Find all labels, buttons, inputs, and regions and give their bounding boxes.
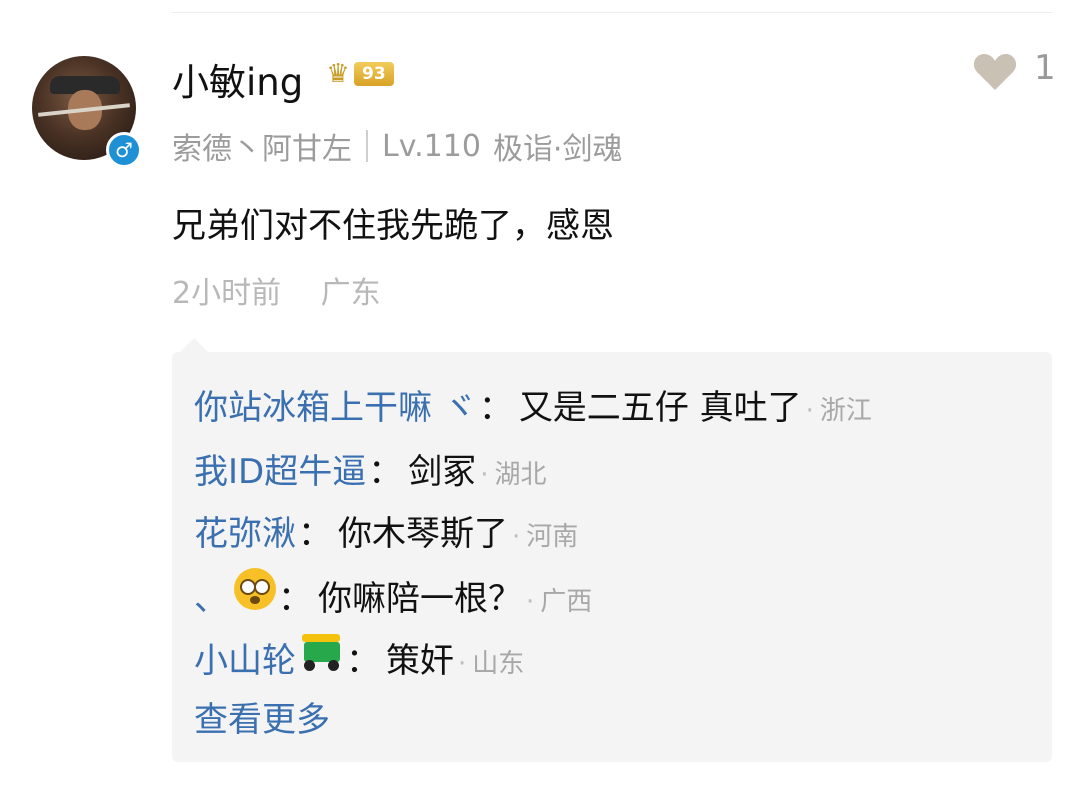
reply-region: 浙江 — [819, 396, 872, 426]
reply-text: 你木琴斯了 — [338, 514, 508, 554]
reply-text: 剑冢 — [408, 452, 477, 492]
reply-item[interactable]: 花弥湫 ： 你木琴斯了 · 河南 — [194, 506, 578, 555]
comment-time: 2小时前 — [172, 276, 282, 311]
level-badge: ♛ 93 — [318, 58, 406, 90]
male-gender-icon: ♂ — [106, 132, 142, 168]
region-dot: · — [512, 522, 521, 552]
region-dot: · — [458, 649, 467, 679]
player-title: 极诣·剑魂 — [492, 132, 623, 167]
region-dot: · — [526, 587, 535, 617]
comment-meta: 2小时前 广东 — [172, 268, 381, 312]
reply-item[interactable]: 、 ： 你嘛陪一根？ · 广西 — [194, 568, 592, 620]
subline-divider — [366, 130, 368, 162]
view-more-link[interactable]: 查看更多 — [194, 692, 330, 741]
player-level: Lv.110 — [382, 128, 481, 164]
user-subline: 索德丶阿甘左 Lv.110 极诣·剑魂 — [172, 124, 622, 168]
reply-region: 山东 — [472, 649, 525, 679]
reply-author[interactable]: 小山轮 — [194, 633, 296, 682]
flushed-face-emoji-icon — [234, 568, 276, 610]
reply-colon: ： — [368, 452, 403, 492]
level-badge-number: 93 — [354, 62, 394, 86]
reply-text: 又是二五仔 真吐了 — [518, 388, 802, 428]
reply-region: 广西 — [540, 587, 593, 617]
crown-icon: ♛ — [326, 59, 350, 89]
reply-author[interactable]: 、 — [194, 571, 228, 620]
reply-colon: ： — [278, 579, 312, 619]
heart-like-icon[interactable] — [972, 52, 1018, 92]
reply-item[interactable]: 你站冰箱上干嘛 ヾ ： 又是二五仔 真吐了 · 浙江 — [194, 380, 872, 429]
like-count: 1 — [1034, 48, 1056, 88]
region-dot: · — [480, 460, 489, 490]
reply-region: 湖北 — [494, 460, 547, 490]
region-dot: · — [805, 396, 814, 426]
comment-content: 兄弟们对不住我先跪了，感恩 — [172, 206, 614, 246]
reply-author[interactable]: 你站冰箱上干嘛 ヾ — [194, 380, 477, 429]
username[interactable]: 小敏ing — [172, 52, 303, 106]
comment-location: 广东 — [320, 276, 381, 311]
reply-colon: ： — [478, 388, 513, 428]
reply-item[interactable]: 小山轮 ： 策奸 · 山东 — [194, 632, 524, 682]
reply-item[interactable]: 我ID超牛逼 ： 剑冢 · 湖北 — [194, 444, 547, 493]
reply-text: 策奸 — [386, 641, 454, 681]
auto-rickshaw-emoji-icon — [298, 632, 344, 672]
top-divider — [172, 12, 1052, 13]
reply-box-notch — [180, 338, 208, 352]
reply-colon: ： — [298, 514, 332, 554]
reply-colon: ： — [346, 641, 380, 681]
reply-author[interactable]: 我ID超牛逼 — [194, 444, 366, 493]
signature: 索德丶阿甘左 — [172, 132, 352, 167]
reply-author[interactable]: 花弥湫 — [194, 506, 296, 555]
reply-region: 河南 — [526, 522, 579, 552]
reply-text: 你嘛陪一根？ — [318, 579, 522, 619]
